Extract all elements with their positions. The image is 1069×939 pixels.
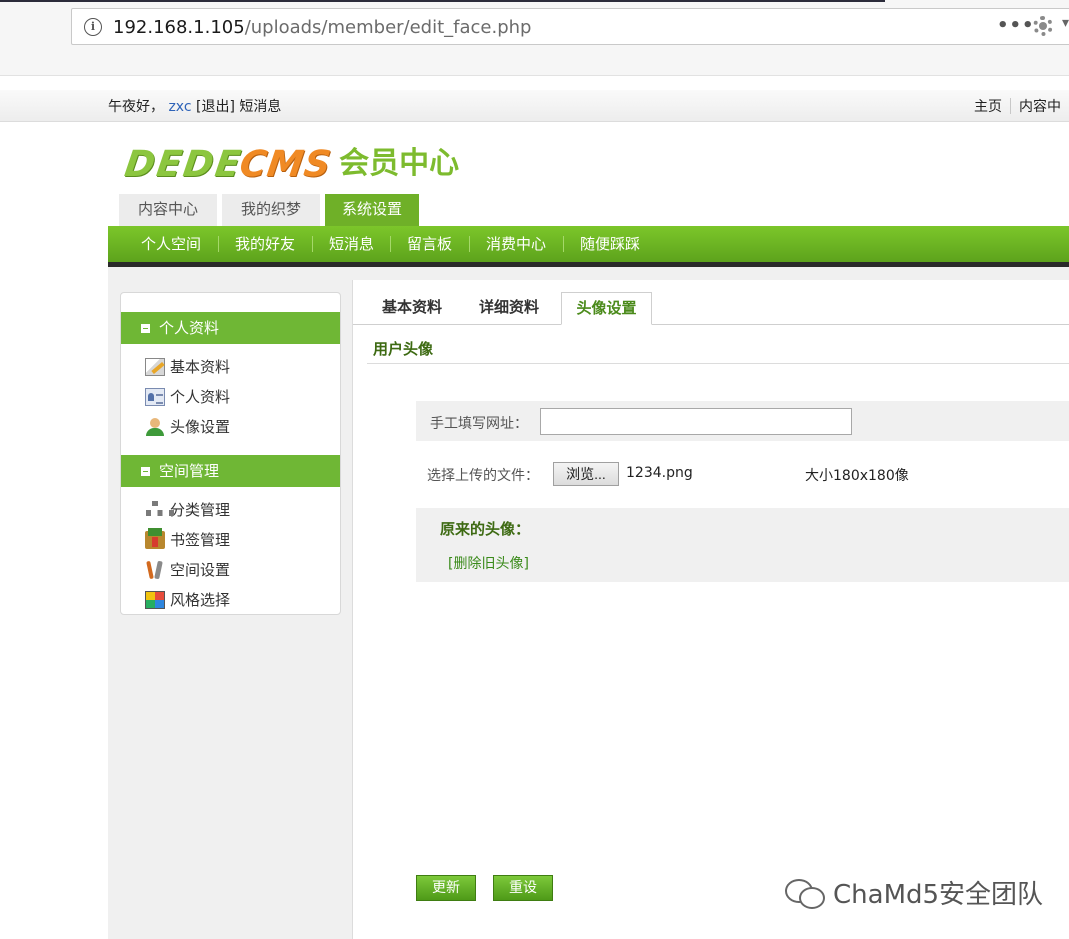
sidebar-item-label: 分类管理: [170, 501, 231, 519]
id-card-icon: [145, 388, 165, 406]
subnav-messages[interactable]: 短消息: [329, 226, 374, 262]
content-center-link[interactable]: 内容中: [1019, 99, 1061, 115]
divider: [1010, 98, 1011, 114]
username-link[interactable]: zxc: [168, 99, 191, 115]
main-panel: 基本资料 详细资料 头像设置 用户头像 手工填写网址： 选择上传的文件： 浏览.…: [352, 280, 1069, 939]
site-top-bar: 午夜好， zxc [退出] 短消息 主页 内容中: [0, 90, 1069, 122]
tab-avatar-settings[interactable]: 头像设置: [561, 292, 652, 325]
old-avatar-box: 原来的头像： [删除旧头像]: [416, 508, 1069, 582]
subnav-personal-space[interactable]: 个人空间: [141, 226, 201, 262]
logo-member-center: 会员中心: [339, 146, 460, 181]
url-host: 192.168.1.105: [113, 17, 245, 38]
tab-system-settings[interactable]: 系统设置: [325, 194, 419, 226]
messages-link[interactable]: 短消息: [239, 99, 281, 115]
sidebar-item-label: 书签管理: [170, 531, 231, 549]
gear-icon[interactable]: [1033, 16, 1053, 36]
greeting-text: 午夜好，: [108, 99, 164, 115]
subnav-guestbook[interactable]: 留言板: [407, 226, 452, 262]
tools-icon: [145, 561, 165, 579]
sidebar-section-title: 空间管理: [159, 462, 220, 480]
logout-link[interactable]: [退出]: [196, 99, 235, 115]
avatar-url-input[interactable]: [540, 408, 852, 435]
sidebar-section-space[interactable]: 空间管理: [121, 455, 340, 487]
delete-old-avatar-link[interactable]: [删除旧头像]: [448, 553, 529, 573]
subnav-consumption-center[interactable]: 消费中心: [486, 226, 546, 262]
subnav-divider: [563, 236, 564, 252]
sidebar-item-space-settings[interactable]: 空间设置: [145, 558, 230, 582]
sidebar-item-category[interactable]: 分类管理: [145, 498, 230, 522]
sidebar-item-label: 头像设置: [170, 418, 231, 436]
sidebar-section-title: 个人资料: [159, 319, 220, 337]
subnav-divider: [390, 236, 391, 252]
window-top-edge: [0, 0, 885, 2]
sidebar-item-label: 风格选择: [170, 591, 231, 609]
top-links: 主页 内容中: [974, 96, 1061, 116]
collapse-icon[interactable]: [141, 324, 150, 333]
sidebar-item-label: 个人资料: [170, 388, 231, 406]
watermark-text: ChaMd5安全团队: [833, 880, 1044, 910]
subnav-divider: [469, 236, 470, 252]
upload-label: 选择上传的文件：: [427, 468, 539, 484]
size-hint: 大小180x180像: [805, 468, 909, 484]
info-icon[interactable]: i: [84, 18, 102, 36]
tab-my-dream[interactable]: 我的织梦: [222, 194, 320, 226]
tab-detailed-info[interactable]: 详细资料: [468, 292, 550, 325]
sidebar: 个人资料 基本资料 个人资料 头像设置 空间管理 分类管理 书签管理 空间设置 …: [120, 292, 341, 615]
address-bar[interactable]: i 192.168.1.105/uploads/member/edit_face…: [71, 8, 1069, 45]
sidebar-item-bookmarks[interactable]: 书签管理: [145, 528, 230, 552]
reset-button[interactable]: 重设: [493, 875, 553, 901]
sidebar-item-avatar[interactable]: 头像设置: [145, 415, 230, 439]
tab-content-center[interactable]: 内容中心: [119, 194, 217, 226]
browser-toolbar: i 192.168.1.105/uploads/member/edit_face…: [0, 0, 1069, 76]
subnav-random-visit[interactable]: 随便踩踩: [580, 226, 640, 262]
selected-file-name: 1234.png: [626, 465, 693, 481]
manual-url-row: 手工填写网址：: [416, 401, 1069, 441]
section-divider: [367, 363, 1069, 364]
old-avatar-title: 原来的头像：: [440, 520, 531, 538]
manual-url-label: 手工填写网址：: [430, 416, 528, 432]
site-logo[interactable]: DEDECMS 会员中心: [122, 138, 460, 186]
user-icon: [145, 418, 165, 436]
more-actions-icon[interactable]: •••: [997, 15, 1035, 36]
sidebar-item-style[interactable]: 风格选择: [145, 588, 230, 612]
sub-navigation: 个人空间 我的好友 短消息 留言板 消费中心 随便踩踩: [108, 226, 1069, 262]
tree-icon: [145, 501, 174, 519]
home-link[interactable]: 主页: [974, 99, 1002, 115]
tabs-baseline: [353, 324, 1069, 325]
subnav-divider: [312, 236, 313, 252]
logo-dede: DEDE: [122, 144, 245, 185]
sidebar-item-basic-info[interactable]: 基本资料: [145, 355, 230, 379]
chevron-down-icon[interactable]: ▾: [1062, 15, 1069, 31]
collapse-icon[interactable]: [141, 467, 150, 476]
subnav-my-friends[interactable]: 我的好友: [235, 226, 295, 262]
watermark: ChaMd5安全团队: [785, 874, 1043, 911]
palette-icon: [145, 591, 165, 609]
url-path: /uploads/member/edit_face.php: [244, 17, 532, 38]
pencil-icon: [145, 358, 165, 376]
sidebar-item-label: 基本资料: [170, 358, 231, 376]
logo-cms: CMS: [237, 144, 335, 185]
browse-button[interactable]: 浏览...: [553, 462, 619, 486]
sidebar-section-personal[interactable]: 个人资料: [121, 312, 340, 344]
sidebar-item-label: 空间设置: [170, 561, 231, 579]
bookmark-icon: [145, 528, 165, 549]
subnav-divider: [218, 236, 219, 252]
url-text[interactable]: 192.168.1.105/uploads/member/edit_face.p…: [113, 17, 531, 38]
wechat-icon: [785, 875, 827, 909]
greeting-area: 午夜好， zxc [退出] 短消息: [108, 96, 281, 116]
section-title: 用户头像: [373, 340, 434, 358]
sidebar-item-personal-info[interactable]: 个人资料: [145, 385, 230, 409]
tab-basic-info[interactable]: 基本资料: [371, 292, 453, 325]
update-button[interactable]: 更新: [416, 875, 476, 901]
